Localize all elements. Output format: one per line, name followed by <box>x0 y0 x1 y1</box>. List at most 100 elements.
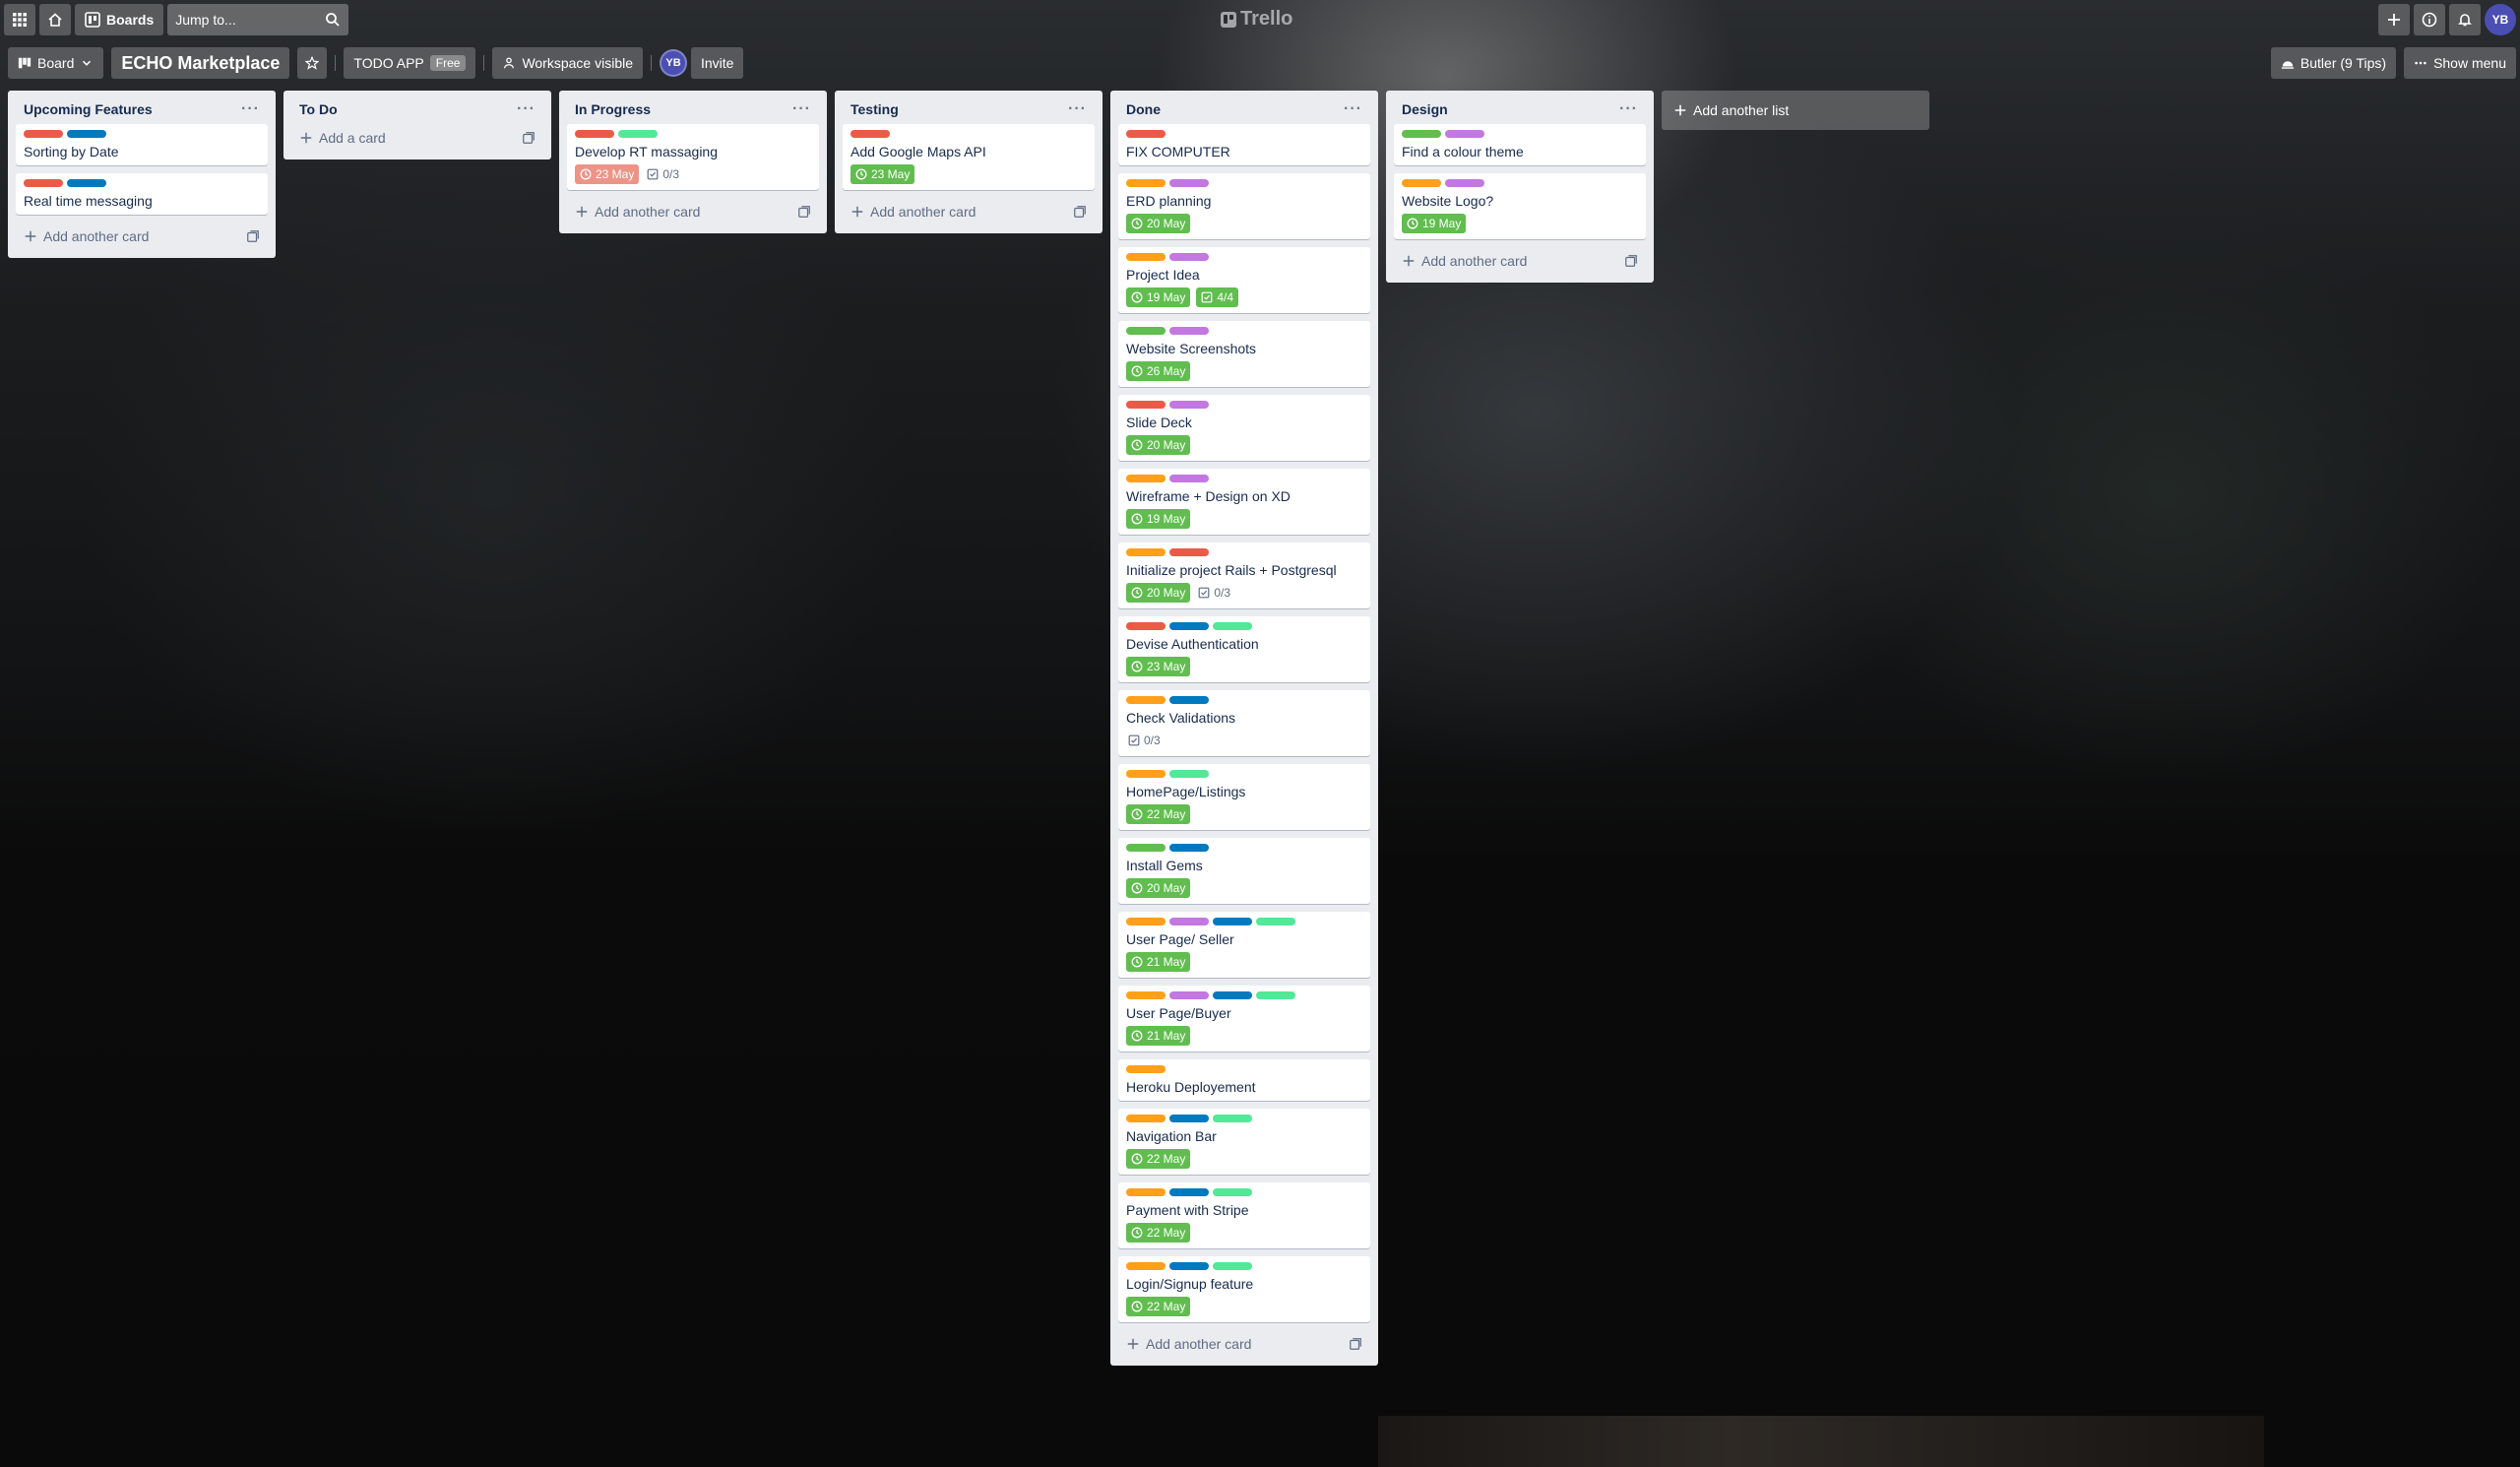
create-from-template-button[interactable] <box>246 229 260 243</box>
card[interactable]: Install Gems 20 May <box>1118 838 1370 904</box>
list-menu-button[interactable]: ··· <box>792 100 811 118</box>
add-card-composer[interactable]: Add another card <box>1402 253 1527 269</box>
card[interactable]: User Page/Buyer 21 May <box>1118 986 1370 1052</box>
due-date-badge[interactable]: 23 May <box>1126 657 1191 676</box>
add-card-button[interactable]: Add another card <box>1118 1330 1370 1358</box>
info-button[interactable] <box>2414 4 2445 35</box>
card[interactable]: Heroku Deployement <box>1118 1059 1370 1101</box>
due-date-badge[interactable]: 20 May <box>1126 583 1191 603</box>
jump-to-search[interactable] <box>167 4 349 35</box>
card[interactable]: Sorting by Date <box>16 124 268 165</box>
add-card-button[interactable]: Add another card <box>843 198 1095 225</box>
list-header[interactable]: Design ··· <box>1394 91 1646 124</box>
add-card-button[interactable]: Add a card <box>291 124 543 152</box>
list-menu-button[interactable]: ··· <box>241 100 260 118</box>
list-menu-button[interactable]: ··· <box>517 100 536 118</box>
due-date-badge[interactable]: 22 May <box>1126 1149 1191 1169</box>
due-date-badge[interactable]: 19 May <box>1402 214 1467 233</box>
add-card-button[interactable]: Add another card <box>16 223 268 250</box>
list-title[interactable]: Design <box>1402 101 1448 117</box>
add-card-composer[interactable]: Add another card <box>575 204 700 220</box>
card[interactable]: Payment with Stripe 22 May <box>1118 1182 1370 1248</box>
due-date-badge[interactable]: 23 May <box>575 164 640 184</box>
visibility-button[interactable]: Workspace visible <box>492 47 643 79</box>
card[interactable]: Check Validations 0/3 <box>1118 690 1370 756</box>
create-from-template-button[interactable] <box>1349 1337 1362 1351</box>
card[interactable]: Add Google Maps API 23 May <box>843 124 1095 190</box>
card[interactable]: User Page/ Seller 21 May <box>1118 912 1370 978</box>
trello-logo[interactable]: Trello <box>1221 8 1292 31</box>
label-purple <box>1169 179 1209 187</box>
apps-grid-button[interactable] <box>4 4 35 35</box>
boards-button[interactable]: Boards <box>75 4 164 35</box>
card[interactable]: ERD planning 20 May <box>1118 173 1370 239</box>
star-icon <box>305 56 320 70</box>
notifications-button[interactable] <box>2449 4 2481 35</box>
add-card-composer[interactable]: Add another card <box>24 228 149 244</box>
search-input[interactable] <box>175 12 314 28</box>
card[interactable]: Project Idea 19 May 4/4 <box>1118 247 1370 313</box>
card[interactable]: Initialize project Rails + Postgresql 20 … <box>1118 542 1370 608</box>
due-date-badge[interactable]: 23 May <box>850 164 915 184</box>
add-card-composer[interactable]: Add another card <box>850 204 976 220</box>
add-card-button[interactable]: Add another card <box>1394 247 1646 275</box>
due-date-badge[interactable]: 19 May <box>1126 509 1191 529</box>
due-date-badge[interactable]: 26 May <box>1126 361 1191 381</box>
list-header[interactable]: Upcoming Features ··· <box>16 91 268 124</box>
list-header[interactable]: Done ··· <box>1118 91 1370 124</box>
create-button[interactable] <box>2378 4 2410 35</box>
due-date-badge[interactable]: 22 May <box>1126 1223 1191 1243</box>
due-date-badge[interactable]: 19 May <box>1126 287 1191 307</box>
butler-button[interactable]: Butler (9 Tips) <box>2270 47 2397 79</box>
create-from-template-button[interactable] <box>797 205 811 219</box>
card[interactable]: Navigation Bar 22 May <box>1118 1109 1370 1175</box>
home-button[interactable] <box>39 4 71 35</box>
card-labels <box>1126 548 1362 556</box>
list-menu-button[interactable]: ··· <box>1619 100 1638 118</box>
list-title[interactable]: To Do <box>299 101 338 117</box>
user-avatar[interactable]: YB <box>2485 4 2516 35</box>
card[interactable]: Real time messaging <box>16 173 268 215</box>
list-menu-button[interactable]: ··· <box>1344 100 1362 118</box>
due-date-badge[interactable]: 21 May <box>1126 1026 1191 1046</box>
card[interactable]: Login/Signup feature 22 May <box>1118 1256 1370 1322</box>
list-title[interactable]: Testing <box>850 101 899 117</box>
due-date-badge[interactable]: 22 May <box>1126 804 1191 824</box>
card[interactable]: Develop RT massaging 23 May 0/3 <box>567 124 819 190</box>
card[interactable]: Wireframe + Design on XD 19 May <box>1118 469 1370 535</box>
invite-button[interactable]: Invite <box>691 47 744 79</box>
add-card-composer[interactable]: Add another card <box>1126 1336 1251 1352</box>
list-header[interactable]: Testing ··· <box>843 91 1095 124</box>
board-title[interactable]: ECHO Marketplace <box>111 47 290 79</box>
create-from-template-button[interactable] <box>1624 254 1638 268</box>
create-from-template-button[interactable] <box>522 131 536 145</box>
card[interactable]: FIX COMPUTER <box>1118 124 1370 165</box>
card[interactable]: Website Logo? 19 May <box>1394 173 1646 239</box>
add-card-button[interactable]: Add another card <box>567 198 819 225</box>
card[interactable]: Find a colour theme <box>1394 124 1646 165</box>
board-view-switcher[interactable]: Board <box>8 47 104 79</box>
workspace-button[interactable]: TODO APP Free <box>344 47 476 79</box>
due-date-badge[interactable]: 20 May <box>1126 878 1191 898</box>
list-header[interactable]: In Progress ··· <box>567 91 819 124</box>
add-card-composer[interactable]: Add a card <box>299 130 386 146</box>
show-menu-button[interactable]: Show menu <box>2404 47 2516 79</box>
list-header[interactable]: To Do ··· <box>291 91 543 124</box>
list-title[interactable]: Upcoming Features <box>24 101 153 117</box>
due-date-badge[interactable]: 20 May <box>1126 435 1191 455</box>
card[interactable]: Website Screenshots 26 May <box>1118 321 1370 387</box>
list-title[interactable]: In Progress <box>575 101 651 117</box>
card[interactable]: Slide Deck 20 May <box>1118 395 1370 461</box>
star-board-button[interactable] <box>297 47 328 79</box>
list-menu-button[interactable]: ··· <box>1068 100 1087 118</box>
card[interactable]: HomePage/Listings 22 May <box>1118 764 1370 830</box>
member-avatar[interactable]: YB <box>660 49 687 77</box>
due-date-badge[interactable]: 21 May <box>1126 952 1191 972</box>
card[interactable]: Devise Authentication 23 May <box>1118 616 1370 682</box>
create-from-template-button[interactable] <box>1073 205 1087 219</box>
due-date-badge[interactable]: 20 May <box>1126 214 1191 233</box>
due-date-badge[interactable]: 22 May <box>1126 1297 1191 1316</box>
list-title[interactable]: Done <box>1126 101 1161 117</box>
card-labels <box>1126 253 1362 261</box>
add-list-button[interactable]: Add another list <box>1662 91 1929 130</box>
